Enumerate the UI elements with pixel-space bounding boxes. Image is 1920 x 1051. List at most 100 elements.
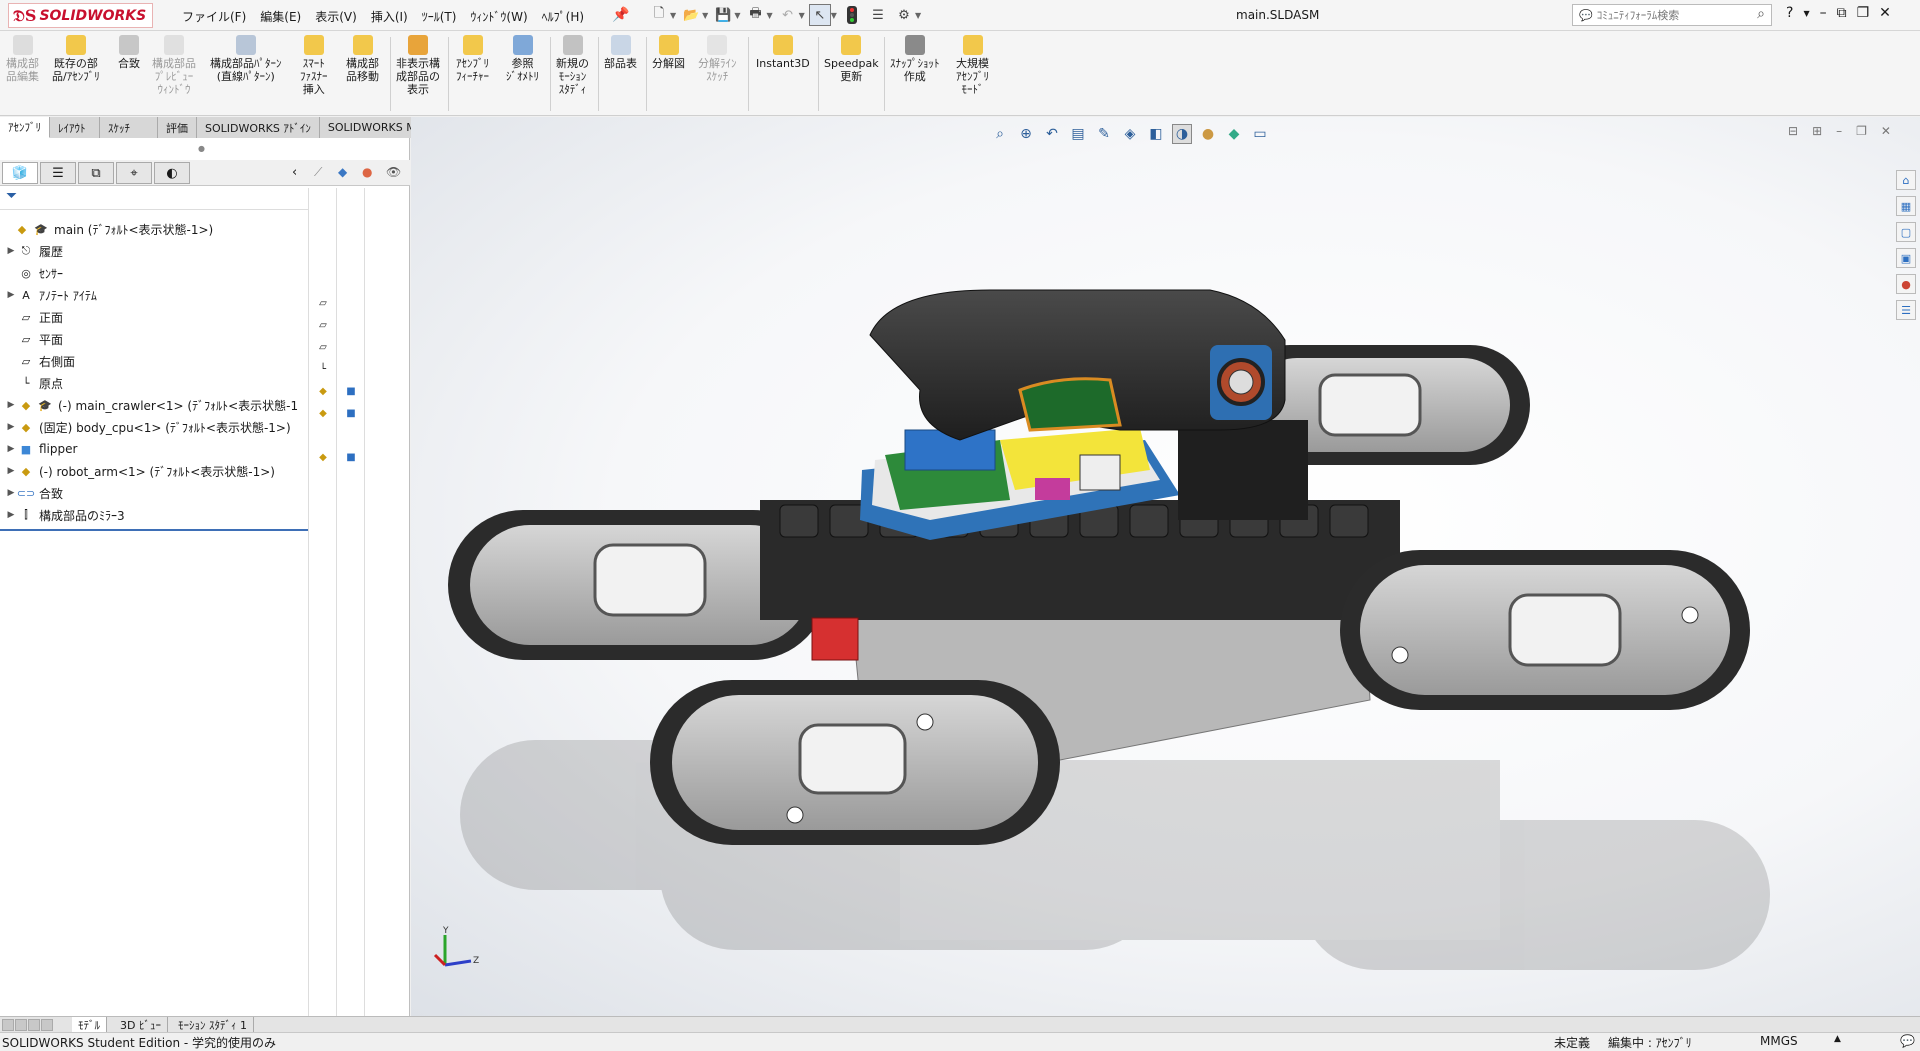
tree-filter[interactable]: ⏷ [0,188,308,210]
section-view-icon[interactable]: ▤ [1068,124,1088,144]
close-icon[interactable]: ✕ [1881,124,1891,138]
tree-item-front-plane[interactable]: ▱ 正面 [0,306,308,328]
dynamic-annotation-icon[interactable]: ✎ [1094,124,1114,144]
instant3d-button[interactable]: Instant3D [756,35,810,70]
file-explorer-icon[interactable]: ▢ [1896,222,1916,242]
menu-insert[interactable]: 挿入(I) [365,6,414,27]
expand-arrow-icon[interactable]: ▶ [4,290,18,300]
chevron-down-icon[interactable]: ▼ [799,11,805,20]
view-settings-icon[interactable]: ▭ [1250,124,1270,144]
tree-item-main-crawler[interactable]: ▶ ◆ 🎓 (-) main_crawler<1> (ﾃﾞﾌｫﾙﾄ<表示状態-1 [0,394,308,416]
tree-item-sensors[interactable]: ◎ ｾﾝｻｰ [0,262,308,284]
search-icon[interactable]: ⌕ [1757,6,1765,22]
assembly-features-button[interactable]: ｱｾﾝﾌﾞﾘ ﾌｨｰﾁｬｰ [456,35,489,83]
large-assembly-mode-button[interactable]: 大規模 ｱｾﾝﾌﾞﾘ ﾓｰﾄﾞ [956,35,989,96]
filter-funnel-icon[interactable]: ⏷ [6,188,17,204]
display-cube-icon[interactable]: ■ [344,384,358,398]
smart-fasteners-button[interactable]: ｽﾏｰﾄ ﾌｧｽﾅｰ 挿入 [300,35,328,96]
tab-sketch[interactable]: ｽｹｯﾁ [100,117,158,138]
save-icon[interactable]: 💾 [712,4,734,26]
panel-grip-icon[interactable]: ● [198,144,205,153]
component-preview-button[interactable]: 構成部品 ﾌﾟﾚﾋﾞｭｰ ｳｨﾝﾄﾞｳ [152,35,196,96]
expand-arrow-icon[interactable]: ▶ [4,400,18,410]
expand-arrow-icon[interactable]: ▶ [4,246,18,256]
close-icon[interactable]: ✕ [1879,5,1891,21]
undo-icon[interactable]: ↶ [777,4,799,26]
rebuild-traffic-light-icon[interactable] [841,4,863,26]
display-cube-icon[interactable]: ■ [344,450,358,464]
next-arrow-icon[interactable] [28,1019,40,1031]
collapse-arrow-icon[interactable]: ‹ [292,165,297,180]
tab-assembly[interactable]: ｱｾﾝﾌﾞﾘ [0,117,50,138]
tree-item-main[interactable]: ◆ 🎓 main (ﾃﾞﾌｫﾙﾄ<表示状態-1>) [0,218,308,240]
custom-properties-icon[interactable]: ☰ [1896,300,1916,320]
solidworks-logo[interactable]: 𝔇S SOLIDWORKS [8,3,153,28]
last-arrow-icon[interactable] [41,1019,53,1031]
robot-crawler-model[interactable] [411,117,1920,1016]
restore-down-icon[interactable]: ❐ [1857,5,1870,21]
bom-button[interactable]: 部品表 [604,35,637,70]
zoom-to-fit-icon[interactable]: ⌕ [990,124,1010,144]
new-document-icon[interactable]: 🗋 [648,4,670,26]
chevron-down-icon[interactable]: ▼ [702,11,708,20]
print-icon[interactable]: 🖶 [744,4,766,26]
tab-model[interactable]: ﾓﾃﾞﾙ [72,1017,107,1033]
display-style-icon[interactable]: ◆ [338,165,347,179]
options-gear-icon[interactable]: ⚙ [893,4,915,26]
view-orientation-icon[interactable]: ◈ [1120,124,1140,144]
featuremanager-tab-icon[interactable]: 🧊 [2,162,38,184]
chevron-down-icon[interactable]: ▼ [1803,9,1809,21]
hide-show-items-icon[interactable]: ◑ [1172,124,1192,144]
appearance-icon[interactable]: ● [362,165,372,179]
edit-appearance-icon[interactable]: ● [1198,124,1218,144]
notification-icon[interactable]: 💬 [1900,1034,1915,1048]
line-tool-icon[interactable]: ⟋ [314,165,322,180]
speedpak-button[interactable]: Speedpak 更新 [824,35,879,83]
dimxpert-tab-icon[interactable]: ⌖ [116,162,152,184]
menu-tools[interactable]: ﾂｰﾙ(T) [416,6,463,27]
expand-arrow-icon[interactable]: ▶ [4,444,18,454]
configurationmanager-tab-icon[interactable]: ⧉ [78,162,114,184]
tree-item-history[interactable]: ▶ ⎋ 履歴 [0,240,308,262]
menu-edit[interactable]: 編集(E) [254,6,307,27]
expand-arrow-icon[interactable]: ▶ [4,466,18,476]
restore-icon[interactable]: ❐ [1856,124,1867,138]
menu-file[interactable]: ファイル(F) [176,6,252,27]
propertymanager-tab-icon[interactable]: ☰ [40,162,76,184]
tree-item-mates[interactable]: ▶ ⊂⊃ 合致 [0,482,308,504]
reference-geometry-button[interactable]: 参照 ｼﾞｵﾒﾄﾘ [506,35,539,83]
search-input[interactable] [1596,8,1737,22]
new-motion-study-button[interactable]: 新規の ﾓｰｼｮﾝ ｽﾀﾃﾞｨ [556,35,589,96]
zoom-to-area-icon[interactable]: ⊕ [1016,124,1036,144]
prev-arrow-icon[interactable] [15,1019,27,1031]
tab-solidworks-addins[interactable]: SOLIDWORKS ｱﾄﾞｲﾝ [197,117,320,138]
plane-icon[interactable]: ▱ [316,340,330,354]
plane-icon[interactable]: ▱ [316,296,330,310]
expand-arrow-icon[interactable]: ▶ [4,422,18,432]
linear-pattern-button[interactable]: 構成部品ﾊﾟﾀｰﾝ (直線ﾊﾟﾀｰﾝ) [210,35,282,83]
mate-button[interactable]: 合致 [118,35,140,70]
chevron-down-icon[interactable]: ▼ [734,11,740,20]
status-units[interactable]: MMGS [1760,1034,1798,1048]
select-arrow-icon[interactable]: ↖ [808,4,831,26]
chevron-down-icon[interactable]: ▼ [915,11,921,20]
display-style-icon[interactable]: ◧ [1146,124,1166,144]
display-cube-icon[interactable]: ■ [344,406,358,420]
plane-icon[interactable]: ▱ [316,318,330,332]
tab-layout[interactable]: ﾚｲｱｳﾄ [50,117,100,138]
minimize-icon[interactable]: – [1836,124,1842,138]
show-hidden-components-button[interactable]: 非表示構 成部品の 表示 [396,35,440,96]
exploded-view-button[interactable]: 分解図 [652,35,685,70]
community-search[interactable]: 💬 ⌕ [1572,4,1772,26]
help-icon[interactable]: ? [1786,5,1793,21]
previous-view-icon[interactable]: ↶ [1042,124,1062,144]
tree-item-annotations[interactable]: ▶ A ｱﾉﾃｰﾄ ｱｲﾃﾑ [0,284,308,306]
split-view-alt-icon[interactable]: ⊞ [1812,124,1822,138]
edit-component-button[interactable]: 構成部 品編集 [6,35,39,83]
tab-3d-views[interactable]: 3D ﾋﾞｭｰ [114,1017,168,1033]
move-component-button[interactable]: 構成部 品移動 [346,35,379,83]
explode-line-sketch-button[interactable]: 分解ﾗｲﾝ ｽｹｯﾁ [698,35,737,83]
apply-scene-icon[interactable]: ◆ [1224,124,1244,144]
chevron-down-icon[interactable]: ▼ [670,11,676,20]
subassembly-icon[interactable]: ◆ [316,384,330,398]
